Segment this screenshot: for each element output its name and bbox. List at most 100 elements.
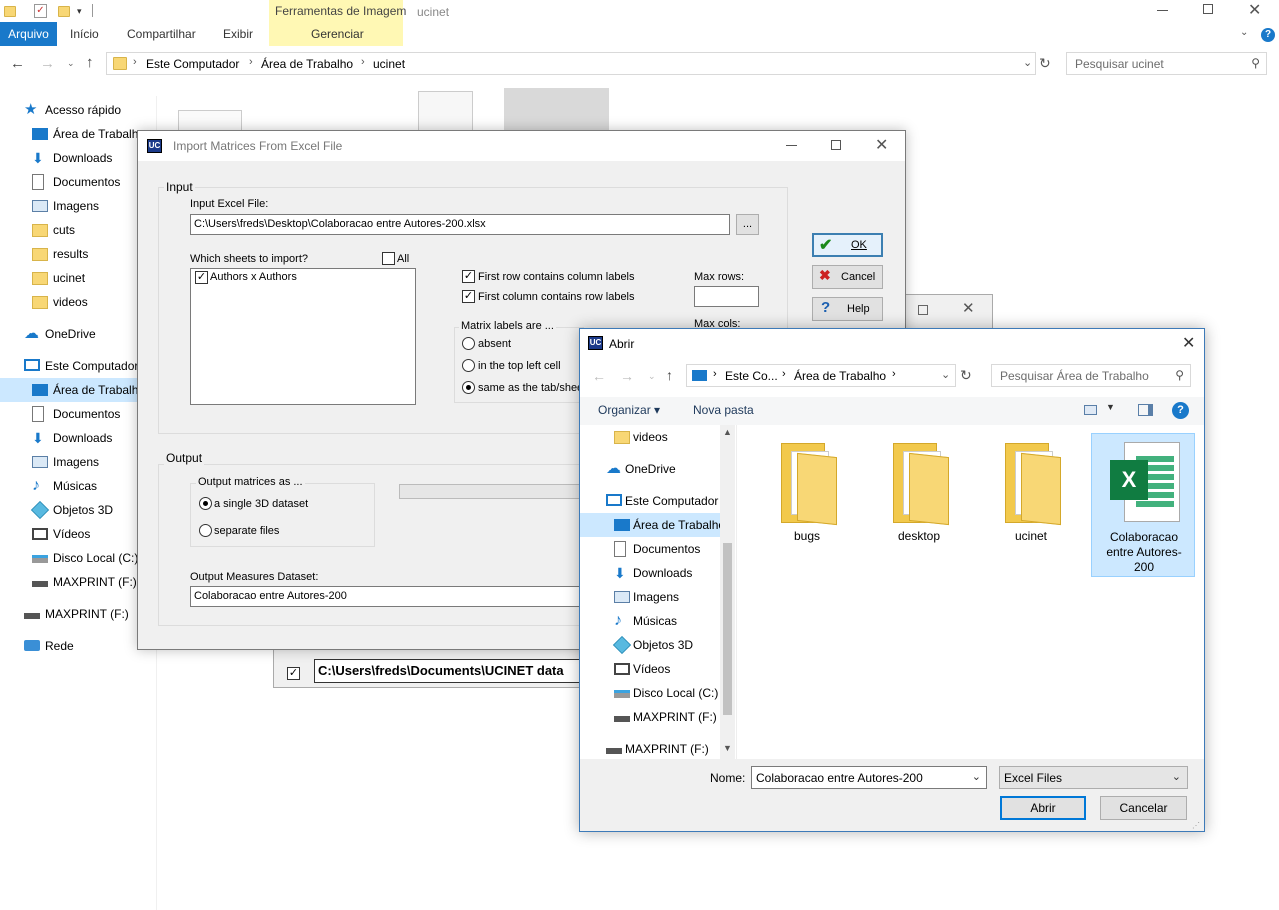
input-file-field[interactable]: C:\Users\freds\Desktop\Colaboracao entre…: [190, 214, 730, 235]
sheets-list[interactable]: ✓ Authors x Authors: [190, 268, 416, 405]
help-button[interactable]: ? Help: [812, 297, 883, 321]
sidebar-item[interactable]: Imagens: [0, 450, 157, 474]
tree-item[interactable]: ♪ Músicas: [580, 609, 720, 633]
file-tile[interactable]: bugs: [755, 433, 859, 545]
absent-radio[interactable]: [462, 337, 475, 350]
close-icon[interactable]: ✕: [875, 135, 888, 155]
forward-arrow-icon[interactable]: →: [40, 55, 55, 72]
browse-button[interactable]: ...: [736, 214, 759, 235]
sidebar-item[interactable]: results: [0, 242, 157, 266]
max-rows-field[interactable]: [694, 286, 759, 307]
recent-locations-icon[interactable]: ⌄: [648, 371, 656, 382]
sidebar-item[interactable]: Documentos: [0, 402, 157, 426]
close-icon[interactable]: ✕: [962, 299, 975, 317]
single-dataset-radio[interactable]: [199, 497, 212, 510]
chevron-down-icon[interactable]: ⌄: [941, 368, 950, 381]
sidebar-item[interactable]: Vídeos: [0, 522, 157, 546]
tree-scrollbar[interactable]: ▲ ▼: [720, 425, 735, 759]
properties-icon[interactable]: ✓: [34, 4, 47, 18]
thumbnail-image[interactable]: [504, 88, 609, 132]
tree-item[interactable]: Objetos 3D: [580, 633, 720, 657]
tree-item[interactable]: videos: [580, 425, 720, 449]
tab-inicio[interactable]: Início: [64, 22, 105, 46]
sidebar-item[interactable]: MAXPRINT (F:): [0, 570, 157, 594]
customize-toolbar-icon[interactable]: ▾: [77, 6, 82, 17]
close-icon[interactable]: ✕: [1248, 0, 1261, 20]
path-checkbox[interactable]: ✓: [287, 667, 300, 680]
up-arrow-icon[interactable]: ↑: [86, 54, 94, 71]
search-input[interactable]: Pesquisar ucinet ⚲: [1066, 52, 1267, 75]
view-options-icon[interactable]: [1084, 405, 1097, 415]
sidebar-item[interactable]: Este Computador: [0, 354, 157, 378]
sidebar-item[interactable]: Documentos: [0, 170, 157, 194]
help-icon[interactable]: ?: [1172, 402, 1189, 419]
sidebar-item[interactable]: cuts: [0, 218, 157, 242]
tree-item[interactable]: Vídeos: [580, 657, 720, 681]
close-icon[interactable]: ✕: [1182, 333, 1195, 353]
back-arrow-icon[interactable]: ←: [592, 368, 606, 384]
sidebar-item[interactable]: Área de Trabalho: [0, 122, 157, 146]
tab-sheet-radio[interactable]: [462, 381, 475, 394]
file-tile[interactable]: ucinet: [979, 433, 1083, 545]
cancel-button[interactable]: Cancelar: [1100, 796, 1187, 820]
organize-button[interactable]: Organizar ▾: [598, 403, 660, 417]
up-arrow-icon[interactable]: ↑: [666, 367, 673, 383]
chevron-down-icon[interactable]: ▼: [1106, 402, 1115, 412]
file-type-select[interactable]: Excel Files ⌄: [999, 766, 1188, 789]
back-arrow-icon[interactable]: ←: [10, 55, 25, 72]
ribbon-expand-icon[interactable]: ⌄: [1240, 27, 1248, 38]
breadcrumb-area-de-trabalho[interactable]: Área de Trabalho: [261, 57, 353, 71]
thumbnail-image[interactable]: [178, 110, 242, 132]
sidebar-item[interactable]: ucinet: [0, 266, 157, 290]
tree-item[interactable]: Área de Trabalho: [580, 513, 725, 537]
file-tile[interactable]: X Colaboracao entre Autores-200: [1091, 433, 1195, 577]
scroll-thumb[interactable]: [723, 543, 732, 715]
tree-item[interactable]: Imagens: [580, 585, 720, 609]
sidebar-item[interactable]: Rede: [0, 634, 157, 658]
refresh-icon[interactable]: ↻: [960, 367, 972, 384]
open-button[interactable]: Abrir: [1000, 796, 1086, 820]
tree-item[interactable]: MAXPRINT (F:): [580, 705, 720, 729]
new-folder-button[interactable]: Nova pasta: [693, 403, 754, 417]
tab-gerenciar[interactable]: Gerenciar: [305, 22, 370, 46]
first-col-checkbox[interactable]: ✓: [462, 290, 475, 303]
tab-exibir[interactable]: Exibir: [217, 22, 259, 46]
chevron-down-icon[interactable]: ⌄: [1023, 56, 1032, 69]
tab-compartilhar[interactable]: Compartilhar: [121, 22, 202, 46]
separate-files-radio[interactable]: [199, 524, 212, 537]
output-measures-field[interactable]: Colaboracao entre Autores-200: [190, 586, 590, 607]
file-list[interactable]: bugs desktop ucinet X Colaboracao entre Auto…: [736, 425, 1204, 759]
breadcrumb-este-computador[interactable]: Este Co...: [725, 369, 778, 383]
sidebar-item[interactable]: Área de Trabalho: [0, 378, 157, 402]
minimize-icon[interactable]: [1157, 10, 1168, 11]
refresh-icon[interactable]: ↻: [1039, 55, 1051, 72]
preview-pane-icon[interactable]: [1138, 404, 1153, 416]
forward-arrow-icon[interactable]: →: [620, 368, 634, 384]
minimize-icon[interactable]: [786, 145, 797, 146]
tab-arquivo[interactable]: Arquivo: [0, 22, 57, 46]
scroll-down-icon[interactable]: ▼: [723, 743, 732, 753]
cancel-button[interactable]: ✖ Cancel: [812, 265, 883, 289]
sidebar-item[interactable]: MAXPRINT (F:): [0, 602, 157, 626]
resize-grip-icon[interactable]: ⋰: [1192, 821, 1200, 830]
file-tile[interactable]: desktop: [867, 433, 971, 545]
tree-item[interactable]: Este Computador: [580, 489, 720, 513]
sidebar-item[interactable]: ♪ Músicas: [0, 474, 157, 498]
breadcrumb-area-de-trabalho[interactable]: Área de Trabalho: [794, 369, 886, 383]
file-name-field[interactable]: Colaboracao entre Autores-200 ⌄: [751, 766, 987, 789]
breadcrumb-este-computador[interactable]: Este Computador: [146, 57, 239, 71]
sidebar-item[interactable]: ★ Acesso rápido: [0, 98, 157, 122]
sidebar-item[interactable]: ⬇ Downloads: [0, 146, 157, 170]
path-field[interactable]: C:\Users\freds\Documents\UCINET data: [314, 659, 594, 683]
scroll-up-icon[interactable]: ▲: [723, 427, 732, 437]
first-row-checkbox[interactable]: ✓: [462, 270, 475, 283]
sidebar-item[interactable]: Objetos 3D: [0, 498, 157, 522]
recent-locations-icon[interactable]: ⌄: [67, 58, 75, 69]
tree-item[interactable]: Disco Local (C:): [580, 681, 720, 705]
folder-tree[interactable]: videos ☁ OneDrive Este Computador Área de Tr…: [580, 425, 735, 759]
tree-item[interactable]: MAXPRINT (F:): [580, 737, 720, 759]
help-icon[interactable]: ?: [1261, 28, 1275, 42]
restore-icon[interactable]: [1203, 4, 1213, 14]
maximize-icon[interactable]: [918, 305, 928, 315]
tree-item[interactable]: ⬇ Downloads: [580, 561, 720, 585]
